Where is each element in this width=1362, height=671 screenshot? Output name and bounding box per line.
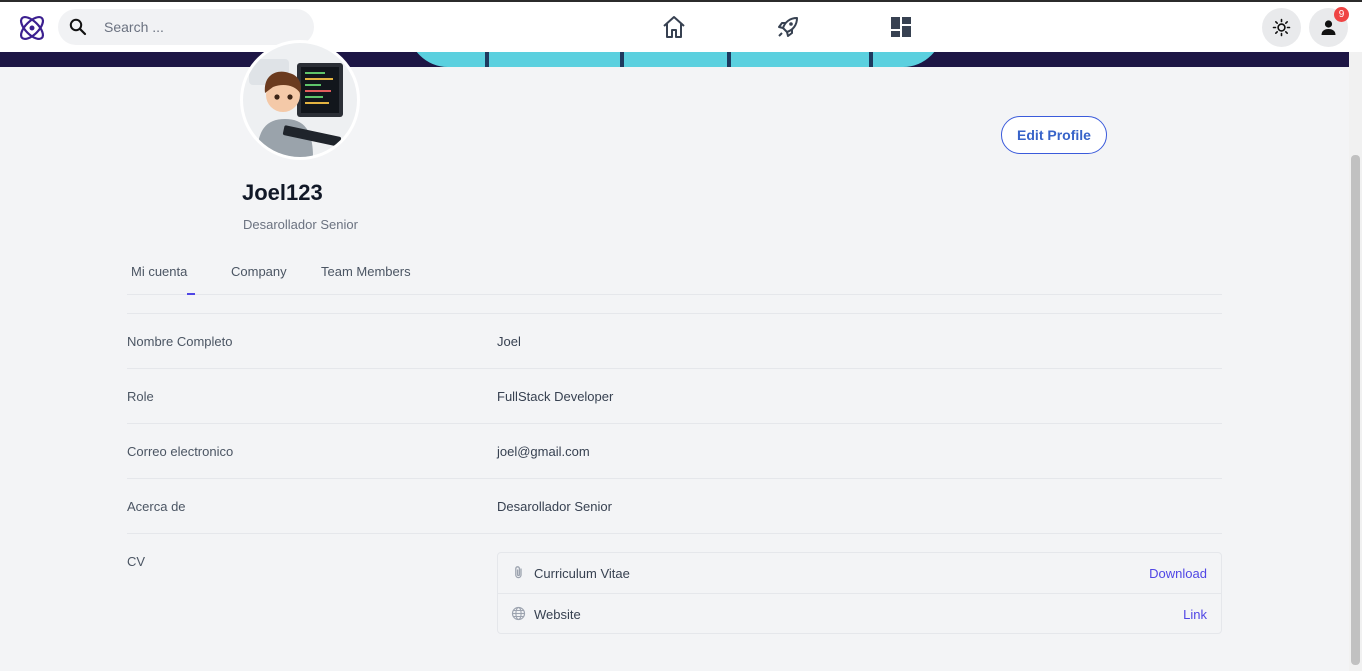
- detail-label: Correo electronico: [127, 444, 234, 459]
- dashboard-icon[interactable]: [888, 14, 914, 40]
- paperclip-icon: [515, 566, 522, 579]
- app-logo-icon[interactable]: [15, 11, 49, 45]
- attachment-name: Website: [534, 607, 581, 622]
- detail-label: Role: [127, 389, 154, 404]
- detail-row-email: Correo electronico joel@gmail.com: [127, 423, 1222, 478]
- home-icon[interactable]: [661, 14, 687, 40]
- detail-label: Nombre Completo: [127, 334, 233, 349]
- theme-toggle-button[interactable]: [1262, 8, 1301, 47]
- attachment-cv: Curriculum Vitae Download: [498, 553, 1221, 593]
- profile-tabs: Mi cuenta Company Team Members: [127, 260, 1222, 295]
- detail-value: Desarollador Senior: [497, 499, 612, 514]
- cover-banner: [0, 52, 1349, 67]
- detail-row-nombre: Nombre Completo Joel: [127, 313, 1222, 368]
- detail-row-acerca: Acerca de Desarollador Senior: [127, 478, 1222, 533]
- attachments-list: Curriculum Vitae Download Website Link: [497, 552, 1222, 634]
- user-icon: [1321, 20, 1336, 35]
- search-bar[interactable]: [58, 9, 314, 45]
- tab-mi-cuenta[interactable]: Mi cuenta: [131, 264, 187, 279]
- attachment-website: Website Link: [498, 593, 1221, 633]
- detail-value: Joel: [497, 334, 521, 349]
- active-tab-indicator: [187, 293, 195, 295]
- user-menu-button[interactable]: 9: [1309, 7, 1349, 47]
- profile-username: Joel123: [242, 180, 323, 205]
- tab-company[interactable]: Company: [231, 264, 287, 279]
- rocket-icon[interactable]: [775, 14, 801, 40]
- globe-icon: [511, 606, 526, 621]
- profile-subtitle: Desarollador Senior: [243, 217, 358, 232]
- detail-value: joel@gmail.com: [497, 444, 590, 459]
- avatar: [240, 40, 360, 160]
- website-link[interactable]: Link: [1183, 607, 1207, 622]
- top-navbar: 9: [0, 0, 1362, 52]
- detail-label: Acerca de: [127, 499, 186, 514]
- page-scrollbar[interactable]: [1349, 52, 1362, 671]
- attachment-name: Curriculum Vitae: [534, 566, 630, 581]
- scrollbar-thumb[interactable]: [1351, 155, 1360, 665]
- detail-label: CV: [127, 554, 146, 569]
- search-icon: [69, 18, 87, 36]
- detail-value: FullStack Developer: [497, 389, 614, 404]
- detail-row-role: Role FullStack Developer: [127, 368, 1222, 423]
- tab-team-members[interactable]: Team Members: [321, 264, 411, 279]
- notification-badge: 9: [1334, 7, 1349, 22]
- download-link[interactable]: Download: [1149, 566, 1207, 581]
- sun-icon: [1272, 18, 1291, 37]
- search-input[interactable]: [104, 15, 304, 39]
- edit-profile-button[interactable]: Edit Profile: [1001, 116, 1107, 154]
- avatar-illustration: [243, 43, 357, 157]
